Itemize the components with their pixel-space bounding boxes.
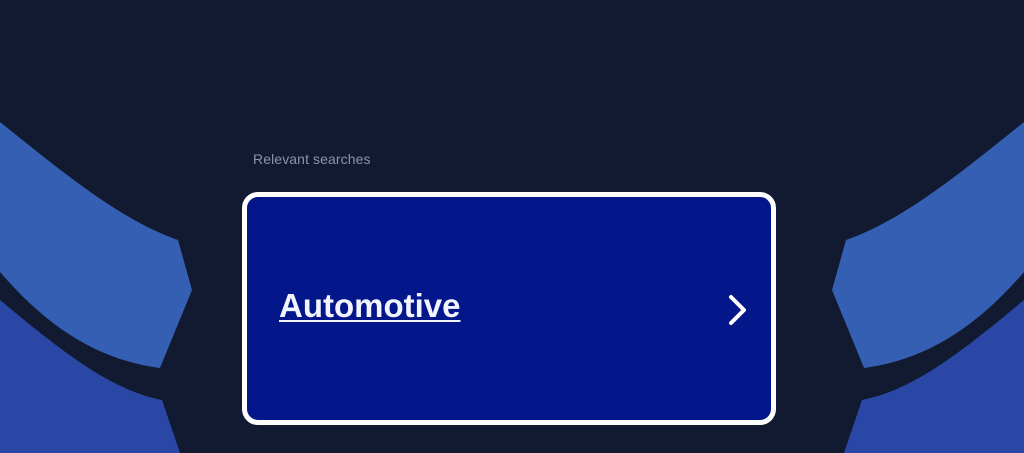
search-result-card[interactable]: Automotive xyxy=(242,192,776,425)
chevron-right-icon[interactable] xyxy=(727,293,749,327)
parked-domain-page: Relevant searches Automotive xyxy=(0,0,1024,453)
relevant-searches-heading: Relevant searches xyxy=(253,151,371,167)
search-link-automotive[interactable]: Automotive xyxy=(279,287,461,325)
